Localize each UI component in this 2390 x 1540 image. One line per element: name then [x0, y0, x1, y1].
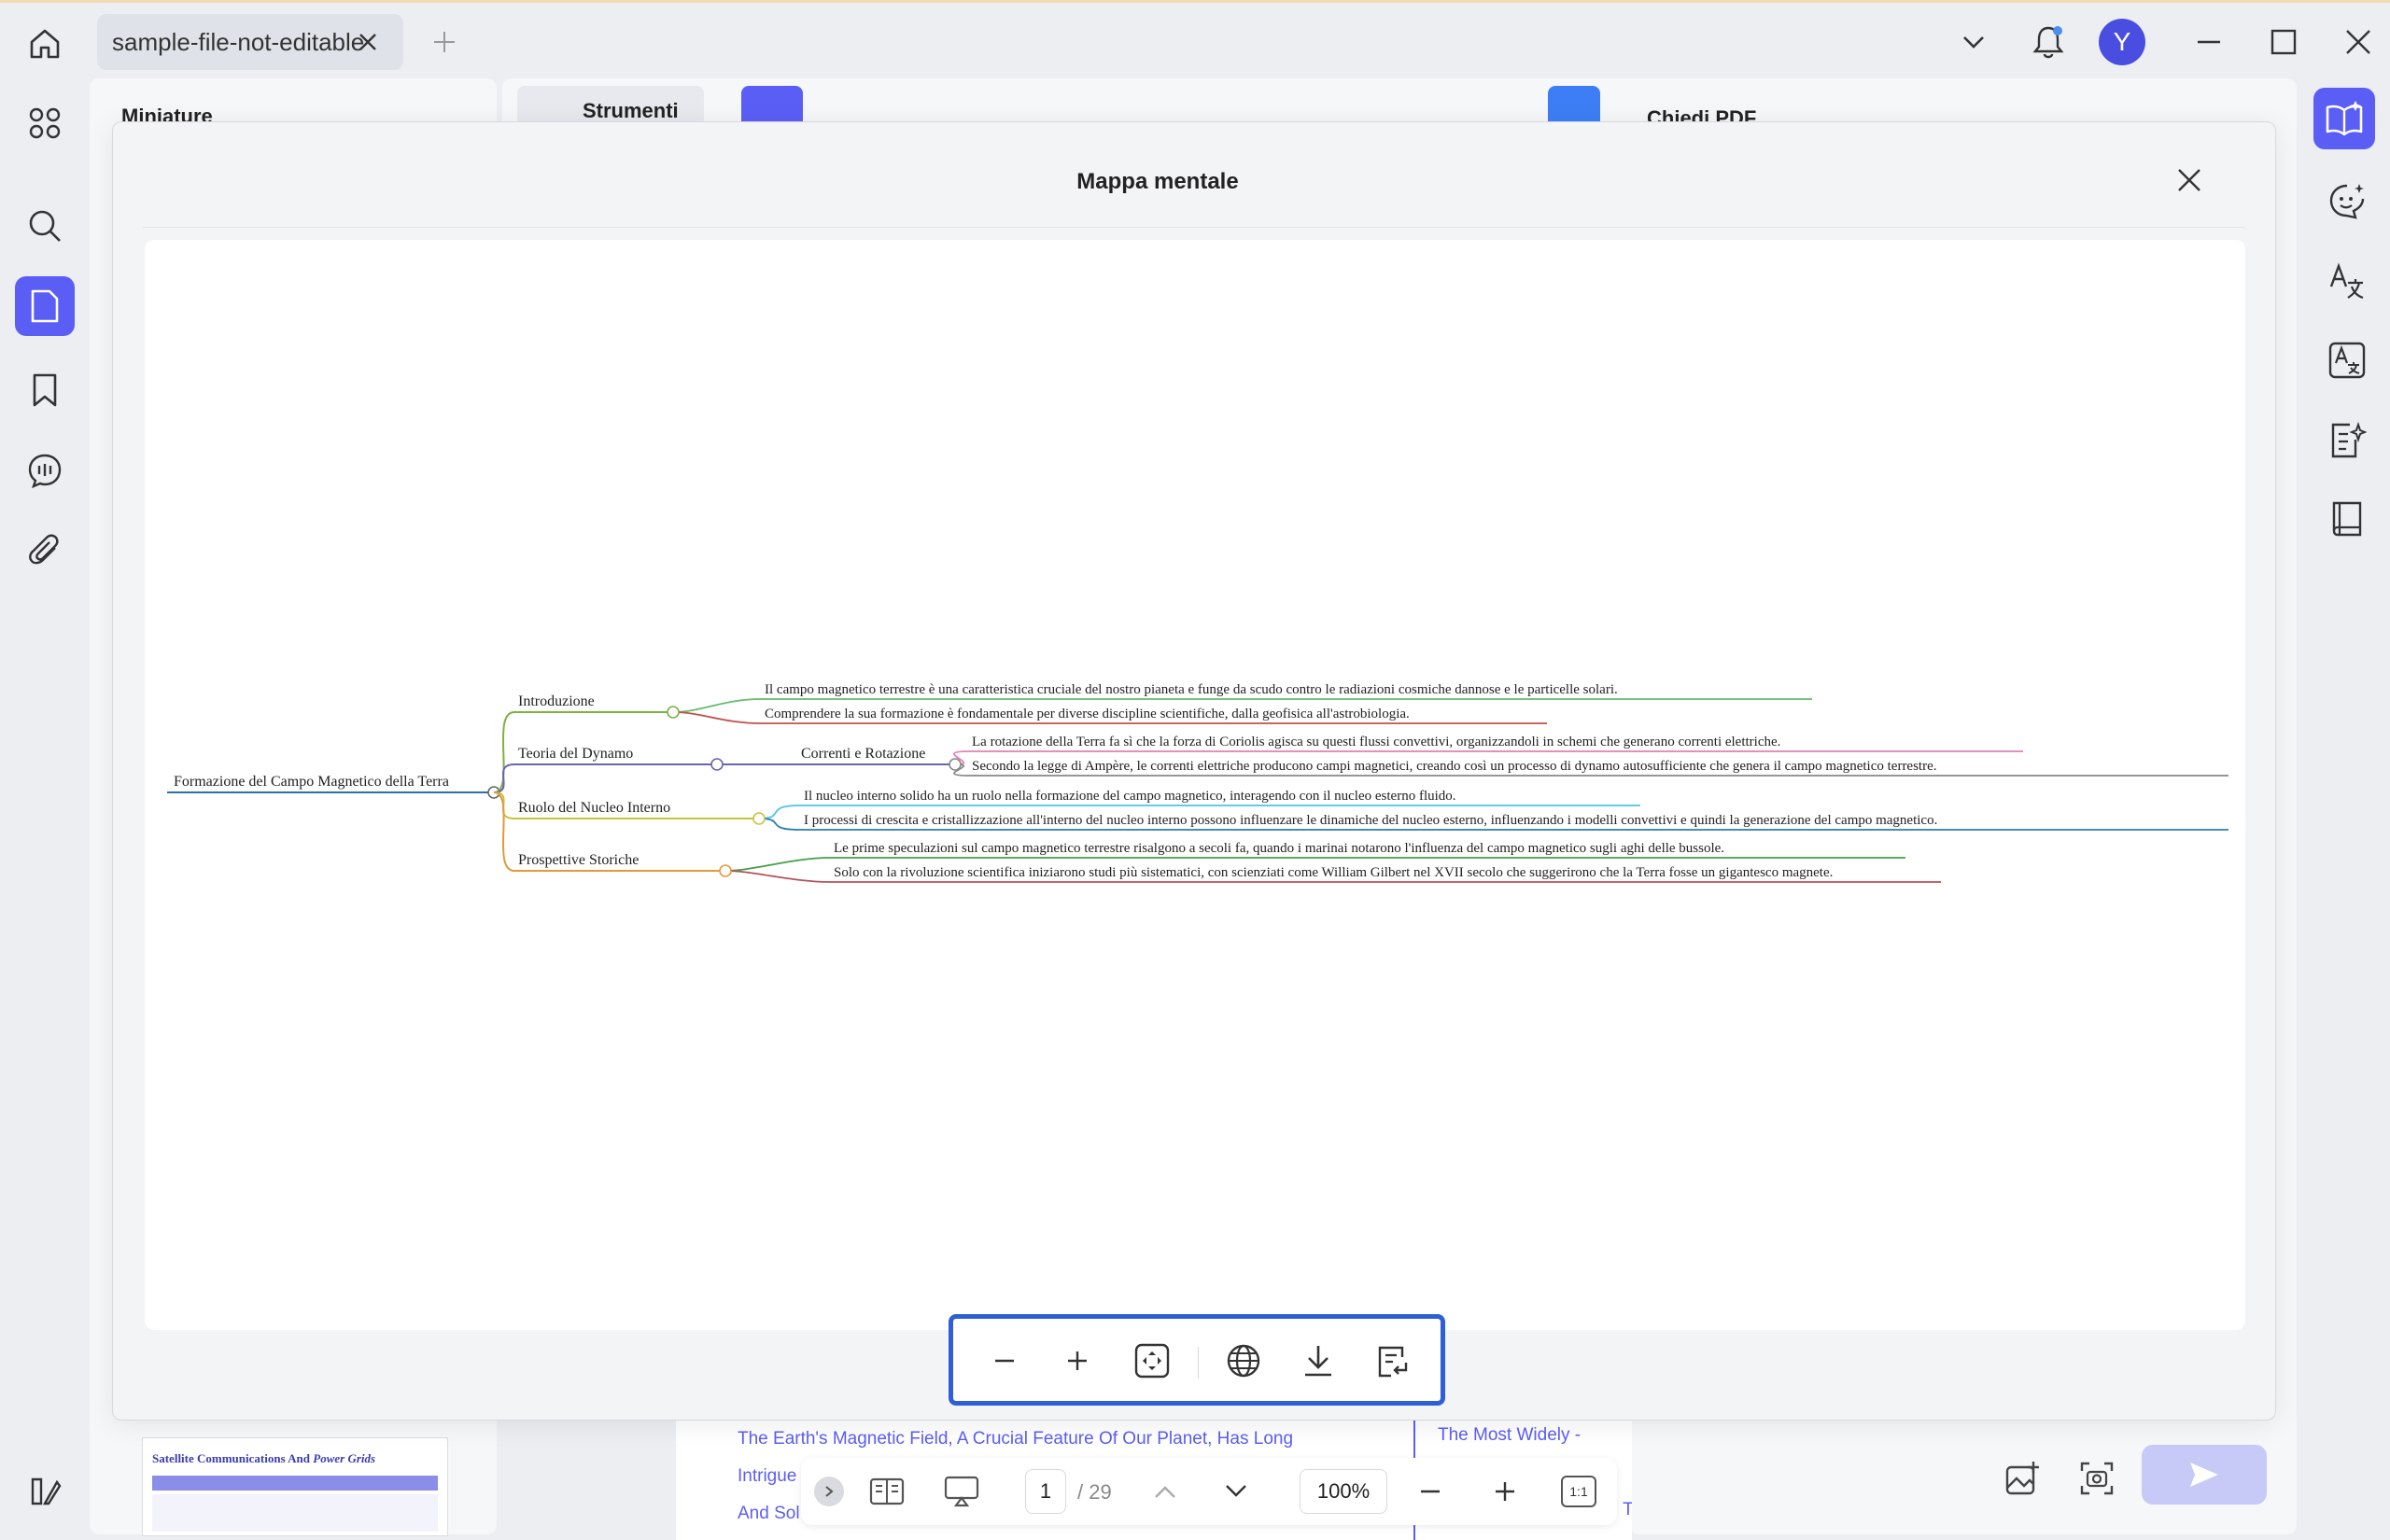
- download-icon[interactable]: [1295, 1337, 1342, 1384]
- next-page-icon[interactable]: [1217, 1473, 1255, 1510]
- thumbnail-table-row: [152, 1494, 438, 1532]
- close-dialog-icon[interactable]: [2171, 161, 2208, 199]
- mind-map-branch-node: [710, 758, 724, 771]
- screenshot-icon[interactable]: [2073, 1454, 2121, 1503]
- page-thumbnail[interactable]: Satellite Communications And Power Grids: [142, 1437, 448, 1536]
- mind-map-dialog: Mappa mentale Formazione del Campo Magne…: [112, 121, 2276, 1421]
- mind-map-leaf-label: Solo con la rivoluzione scientifica iniz…: [834, 865, 1833, 880]
- mind-map-leaf-label: Le prime speculazioni sul campo magnetic…: [834, 841, 1724, 856]
- mind-map-branch-node: [719, 864, 732, 877]
- zoom-out-icon[interactable]: [1412, 1473, 1449, 1510]
- send-icon: [2190, 1463, 2218, 1487]
- document-line: The Earth's Magnetic Field, A Crucial Fe…: [738, 1429, 1294, 1449]
- document-tab-label: sample-file-not-editable: [112, 27, 365, 56]
- mind-map-root-label: Formazione del Campo Magnetico della Ter…: [174, 774, 449, 790]
- maximize-icon[interactable]: [2261, 21, 2306, 63]
- bookmark-icon[interactable]: [19, 364, 71, 416]
- apps-grid-icon[interactable]: [19, 97, 71, 149]
- chevron-down-icon[interactable]: [1951, 21, 1996, 63]
- page-layout-icon[interactable]: [866, 1473, 907, 1510]
- mind-map-branch-line: [493, 763, 717, 793]
- mind-map-leaf-label: La rotazione della Terra fa sì che la fo…: [972, 735, 1780, 749]
- ocr-translate-icon[interactable]: [2315, 329, 2379, 392]
- mind-map-leaf-label: I processi di crescita e cristallizzazio…: [804, 813, 1937, 828]
- presentation-icon[interactable]: [941, 1473, 982, 1510]
- title-bar: sample-file-not-editable Y: [0, 0, 2390, 78]
- bell-icon[interactable]: [2026, 21, 2071, 63]
- home-icon[interactable]: [22, 21, 67, 66]
- page-total: / 29: [1077, 1480, 1112, 1504]
- zoom-out-icon[interactable]: [981, 1337, 1028, 1384]
- mind-map-leaf-label: Secondo la legge di Ampère, le correnti …: [972, 759, 1937, 774]
- ai-reader-icon[interactable]: [2313, 88, 2375, 149]
- book-icon[interactable]: [2315, 487, 2379, 551]
- mind-map-branch-node: [949, 758, 962, 771]
- thumbnail-title: Satellite Communications And Power Grids: [152, 1451, 376, 1465]
- minimize-icon[interactable]: [2186, 21, 2231, 63]
- comments-icon[interactable]: [19, 444, 71, 497]
- document-tab[interactable]: sample-file-not-editable: [97, 14, 403, 70]
- mind-map-leaf-label: Comprendere la sua formazione è fondamen…: [765, 707, 1410, 721]
- mind-map-subbranch-label: Correnti e Rotazione: [801, 746, 925, 762]
- actual-size-label: 1:1: [1561, 1476, 1596, 1507]
- mind-map-branch-label: Teoria del Dynamo: [518, 746, 633, 762]
- mind-map: Formazione del Campo Magnetico della Ter…: [167, 682, 2228, 883]
- page-navigation-bar: 1 / 29 100% 1:1: [801, 1458, 1617, 1525]
- current-page-input[interactable]: 1: [1025, 1469, 1066, 1514]
- previous-page-icon[interactable]: [1146, 1473, 1184, 1510]
- actual-size-button[interactable]: 1:1: [1557, 1473, 1600, 1510]
- expand-bar-icon[interactable]: [814, 1477, 844, 1506]
- search-icon[interactable]: [19, 200, 71, 252]
- translate-icon[interactable]: [2315, 250, 2379, 314]
- zoom-in-icon[interactable]: [1054, 1337, 1101, 1384]
- globe-icon[interactable]: [1220, 1337, 1267, 1384]
- right-rail: [2304, 78, 2390, 1540]
- ai-assistant-icon[interactable]: [2315, 170, 2379, 233]
- zoom-level[interactable]: 100%: [1300, 1469, 1387, 1514]
- close-window-icon[interactable]: [2336, 21, 2381, 63]
- avatar[interactable]: Y: [2099, 19, 2145, 65]
- mind-map-toolbar: [949, 1314, 1445, 1406]
- mind-map-branch-node: [667, 706, 680, 719]
- insert-to-document-icon[interactable]: [1370, 1337, 1416, 1384]
- fit-to-screen-icon[interactable]: [1129, 1337, 1175, 1384]
- document-line: e.: [1438, 1529, 1632, 1540]
- new-tab-icon[interactable]: [428, 25, 461, 59]
- thumbnail-table-header: [152, 1476, 438, 1491]
- mind-map-branch-label: Introduzione: [518, 693, 595, 709]
- mind-map-leaf-label: Il campo magnetico terrestre è una carat…: [765, 682, 1618, 697]
- send-button[interactable]: [2142, 1445, 2267, 1505]
- dialog-title: Mappa mentale: [1076, 169, 1239, 194]
- mind-map-canvas[interactable]: Formazione del Campo Magnetico della Ter…: [145, 240, 2245, 1330]
- mind-map-branch-label: Ruolo del Nucleo Interno: [518, 800, 670, 816]
- ai-summary-icon[interactable]: [2315, 409, 2379, 472]
- mind-map-branch-node: [752, 812, 766, 825]
- mind-map-branch-label: Prospettive Storiche: [518, 852, 639, 868]
- sidebar-toggle-icon[interactable]: [19, 1465, 71, 1518]
- attachment-icon[interactable]: [19, 525, 71, 577]
- close-tab-icon[interactable]: [353, 27, 383, 57]
- mind-map-leaf-label: Il nucleo interno solido ha un ruolo nel…: [804, 789, 1456, 804]
- pages-icon[interactable]: [15, 276, 75, 336]
- zoom-in-icon[interactable]: [1486, 1473, 1524, 1510]
- add-image-icon[interactable]: [1998, 1454, 2046, 1503]
- left-rail: [0, 78, 90, 1540]
- dialog-divider: [143, 227, 2245, 228]
- toolbar-separator: [1198, 1347, 1199, 1379]
